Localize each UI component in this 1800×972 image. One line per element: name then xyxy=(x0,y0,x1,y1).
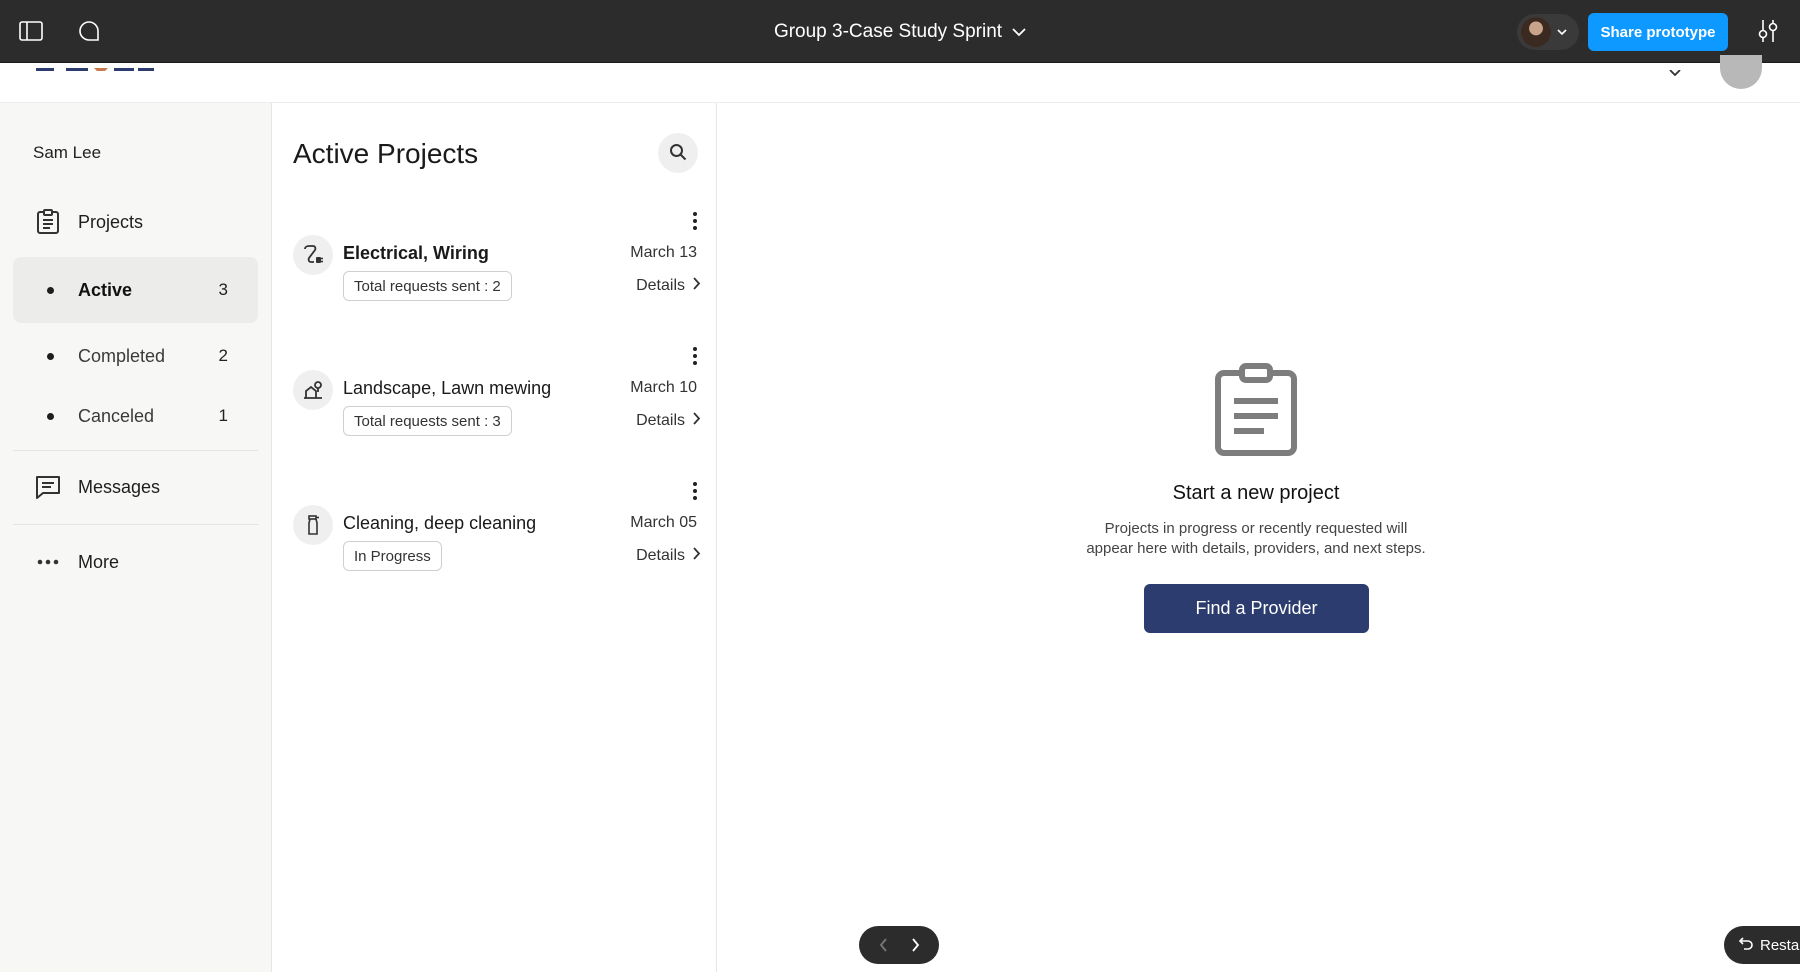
restart-icon xyxy=(1738,935,1754,955)
project-date: March 13 xyxy=(630,244,697,261)
chevron-right-icon xyxy=(693,412,701,430)
chevron-down-icon[interactable] xyxy=(1668,63,1682,77)
sidebar-item-label: Completed xyxy=(78,345,166,366)
bullet-icon xyxy=(47,352,54,360)
chevron-right-icon xyxy=(693,547,701,565)
sidebar-item-label: Canceled xyxy=(78,405,155,426)
kebab-menu-icon[interactable] xyxy=(690,480,700,502)
clipboard-icon xyxy=(1213,363,1299,457)
project-date: March 05 xyxy=(630,514,697,531)
restart-button[interactable]: Resta xyxy=(1724,926,1800,964)
clipboard-icon xyxy=(35,209,61,235)
prototype-pager xyxy=(859,926,939,964)
user-avatar-menu[interactable] xyxy=(1517,14,1579,50)
sidebar-item-label: More xyxy=(78,551,120,572)
chevron-right-icon[interactable] xyxy=(903,933,927,957)
details-link[interactable]: Details xyxy=(636,543,701,569)
bullet-icon xyxy=(47,412,54,420)
status-badge: In Progress xyxy=(343,541,442,571)
divider xyxy=(13,524,258,525)
plug-icon xyxy=(293,235,333,275)
share-prototype-button[interactable]: Share prototype xyxy=(1588,13,1728,51)
details-label: Details xyxy=(636,277,685,294)
avatar xyxy=(1521,17,1551,47)
project-name: Cleaning, deep cleaning xyxy=(343,513,537,533)
item-count: 1 xyxy=(218,406,228,425)
sidebar-item-completed[interactable]: Completed 2 xyxy=(13,323,258,389)
details-link[interactable]: Details xyxy=(636,408,701,434)
sidebar-item-label: Projects xyxy=(78,211,144,232)
project-name: Electrical, Wiring xyxy=(343,243,489,263)
spray-bottle-icon xyxy=(293,505,333,545)
project-card[interactable]: Landscape, Lawn mewing March 10 Total re… xyxy=(272,345,717,465)
divider xyxy=(13,450,258,451)
projects-list-panel: Active Projects Electrical, Wiring March… xyxy=(272,103,717,972)
bullet-icon xyxy=(47,286,54,294)
more-horizontal-icon xyxy=(35,549,61,575)
status-badge: Total requests sent : 2 xyxy=(343,271,512,301)
empty-state-title: Start a new project xyxy=(1172,482,1340,504)
sidebar-item-active[interactable]: Active 3 xyxy=(13,257,258,323)
chevron-down-icon xyxy=(1012,21,1026,43)
sidebar-item-more[interactable]: More xyxy=(13,530,258,594)
details-label: Details xyxy=(636,412,685,429)
sidebar-item-projects[interactable]: Projects xyxy=(13,190,258,254)
landscape-icon xyxy=(293,370,333,410)
sidebar-item-messages[interactable]: Messages xyxy=(13,455,258,519)
details-label: Details xyxy=(636,547,685,564)
sidebar: Sam Lee Projects Active 3 Completed 2 Ca… xyxy=(0,103,272,972)
message-icon xyxy=(35,474,61,500)
kebab-menu-icon[interactable] xyxy=(690,210,700,232)
item-count: 2 xyxy=(218,346,228,365)
app-header xyxy=(0,55,1800,103)
sidebar-item-canceled[interactable]: Canceled 1 xyxy=(13,383,258,449)
chevron-down-icon xyxy=(1557,23,1567,41)
project-card[interactable]: Cleaning, deep cleaning March 05 In Prog… xyxy=(272,480,717,600)
avatar[interactable] xyxy=(1720,55,1762,89)
chevron-left-icon[interactable] xyxy=(871,933,895,957)
file-title: Group 3-Case Study Sprint xyxy=(773,20,1003,42)
search-button[interactable] xyxy=(658,133,698,173)
project-name: Landscape, Lawn mewing xyxy=(343,378,552,398)
find-provider-button[interactable]: Find a Provider xyxy=(1144,584,1369,633)
sidebar-item-label: Active xyxy=(78,279,133,300)
project-date: March 10 xyxy=(630,379,697,396)
user-name: Sam Lee xyxy=(33,143,102,162)
restart-label: Resta xyxy=(1760,936,1800,954)
page-title: Active Projects xyxy=(293,138,479,169)
empty-state-description-line: appear here with details, providers, and… xyxy=(1086,540,1426,557)
empty-state-description: Projects in progress or recently request… xyxy=(1030,519,1482,559)
item-count: 3 xyxy=(218,280,228,299)
prototype-toolbar: Group 3-Case Study Sprint Share prototyp… xyxy=(0,0,1800,63)
settings-sliders-icon[interactable] xyxy=(1756,18,1782,44)
details-link[interactable]: Details xyxy=(636,273,701,299)
chevron-right-icon xyxy=(693,277,701,295)
project-card[interactable]: Electrical, Wiring March 13 Total reques… xyxy=(272,210,717,330)
search-icon xyxy=(669,143,687,164)
sidebar-item-label: Messages xyxy=(78,476,161,497)
kebab-menu-icon[interactable] xyxy=(690,345,700,367)
status-badge: Total requests sent : 3 xyxy=(343,406,512,436)
empty-state-description-line: Projects in progress or recently request… xyxy=(1104,520,1408,537)
logo-icon xyxy=(36,63,156,71)
